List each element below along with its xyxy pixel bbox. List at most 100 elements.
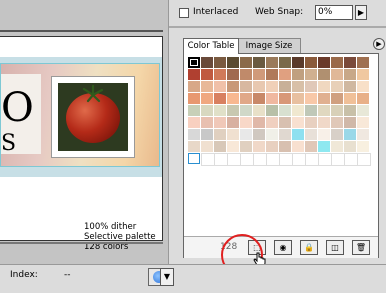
color-swatch[interactable] xyxy=(266,57,278,68)
color-swatch[interactable] xyxy=(292,93,304,104)
lock-color-button[interactable]: 🔒 xyxy=(300,240,318,255)
color-swatch[interactable] xyxy=(331,57,343,68)
color-swatch[interactable] xyxy=(253,117,265,128)
color-swatch[interactable] xyxy=(305,105,317,116)
color-swatch[interactable] xyxy=(344,105,356,116)
color-swatch[interactable] xyxy=(318,153,332,166)
color-swatch[interactable] xyxy=(214,93,226,104)
delete-color-button[interactable]: 🗑 xyxy=(352,240,370,255)
color-swatch[interactable] xyxy=(240,69,252,80)
color-swatch[interactable] xyxy=(214,69,226,80)
color-swatch[interactable] xyxy=(188,81,200,92)
color-swatch[interactable] xyxy=(279,141,291,152)
color-swatch[interactable] xyxy=(318,93,330,104)
color-swatch[interactable] xyxy=(253,141,265,152)
color-swatch[interactable] xyxy=(357,117,369,128)
color-swatch[interactable] xyxy=(188,105,200,116)
color-swatch[interactable] xyxy=(266,81,278,92)
color-swatch[interactable] xyxy=(266,93,278,104)
color-swatch[interactable] xyxy=(188,153,200,164)
color-swatch[interactable] xyxy=(240,57,252,68)
color-swatch[interactable] xyxy=(214,129,226,140)
color-swatch[interactable] xyxy=(305,141,317,152)
color-swatch[interactable] xyxy=(279,153,293,166)
tab-color-table[interactable]: Color Table xyxy=(183,38,239,54)
color-swatch[interactable] xyxy=(188,69,200,80)
color-swatch[interactable] xyxy=(253,105,265,116)
color-swatch[interactable] xyxy=(214,153,228,166)
color-swatch[interactable] xyxy=(292,141,304,152)
color-swatch[interactable] xyxy=(344,141,356,152)
color-swatch[interactable] xyxy=(331,153,345,166)
browser-menu-arrow[interactable]: ▼ xyxy=(160,268,174,286)
color-swatch[interactable] xyxy=(357,69,369,80)
color-swatch[interactable] xyxy=(253,81,265,92)
color-swatch[interactable] xyxy=(305,117,317,128)
color-swatch[interactable] xyxy=(227,105,239,116)
color-swatch[interactable] xyxy=(305,129,317,140)
color-swatch[interactable] xyxy=(201,93,213,104)
color-swatch[interactable] xyxy=(240,141,252,152)
color-swatch[interactable] xyxy=(240,129,252,140)
color-swatch[interactable] xyxy=(188,129,200,140)
color-swatch[interactable] xyxy=(201,69,213,80)
color-swatch[interactable] xyxy=(292,69,304,80)
color-swatch[interactable] xyxy=(201,117,213,128)
color-swatch[interactable] xyxy=(292,57,304,68)
color-swatch[interactable] xyxy=(227,117,239,128)
color-swatch[interactable] xyxy=(266,69,278,80)
color-swatch[interactable] xyxy=(357,93,369,104)
panel-menu-button[interactable]: ▶ xyxy=(373,38,385,50)
color-swatch[interactable] xyxy=(318,105,330,116)
color-swatch[interactable] xyxy=(357,105,369,116)
color-swatch[interactable] xyxy=(214,105,226,116)
color-swatch[interactable] xyxy=(253,93,265,104)
web-safe-cube-button[interactable]: ◉ xyxy=(274,240,292,255)
websnap-arrow-button[interactable]: ▶ xyxy=(355,5,367,20)
color-swatch[interactable] xyxy=(227,57,239,68)
color-swatch[interactable] xyxy=(227,129,239,140)
color-swatch[interactable] xyxy=(318,129,330,140)
color-swatch[interactable] xyxy=(214,81,226,92)
color-swatch[interactable] xyxy=(279,57,291,68)
color-swatch[interactable] xyxy=(279,105,291,116)
color-swatch[interactable] xyxy=(331,81,343,92)
color-swatch[interactable] xyxy=(227,141,239,152)
color-swatch[interactable] xyxy=(266,153,280,166)
color-swatch[interactable] xyxy=(227,93,239,104)
color-swatch[interactable] xyxy=(240,117,252,128)
color-swatch[interactable] xyxy=(266,141,278,152)
color-swatch[interactable] xyxy=(344,93,356,104)
color-swatch[interactable] xyxy=(188,141,200,152)
color-swatch[interactable] xyxy=(240,105,252,116)
color-swatch[interactable] xyxy=(344,57,356,68)
color-swatch[interactable] xyxy=(214,57,226,68)
color-swatch[interactable] xyxy=(201,129,213,140)
color-swatch[interactable] xyxy=(253,57,265,68)
color-swatch[interactable] xyxy=(227,81,239,92)
color-swatch[interactable] xyxy=(266,129,278,140)
color-swatch[interactable] xyxy=(227,153,241,166)
color-swatch[interactable] xyxy=(292,117,304,128)
color-swatch[interactable] xyxy=(266,117,278,128)
interlaced-checkbox[interactable] xyxy=(179,8,189,18)
color-swatch[interactable] xyxy=(357,153,371,166)
color-swatch[interactable] xyxy=(318,141,330,152)
color-swatch[interactable] xyxy=(266,105,278,116)
color-swatch[interactable] xyxy=(357,81,369,92)
color-swatch[interactable] xyxy=(188,57,200,68)
color-swatch[interactable] xyxy=(344,117,356,128)
color-swatch[interactable] xyxy=(253,153,267,166)
color-swatch[interactable] xyxy=(292,105,304,116)
color-swatch[interactable] xyxy=(305,57,317,68)
color-swatch[interactable] xyxy=(331,129,343,140)
color-swatch[interactable] xyxy=(214,117,226,128)
color-swatch[interactable] xyxy=(305,93,317,104)
color-swatch[interactable] xyxy=(227,69,239,80)
color-swatch[interactable] xyxy=(240,81,252,92)
color-swatch[interactable] xyxy=(201,105,213,116)
color-swatch[interactable] xyxy=(253,129,265,140)
color-swatch[interactable] xyxy=(188,93,200,104)
color-swatch[interactable] xyxy=(344,69,356,80)
color-swatch[interactable] xyxy=(331,117,343,128)
